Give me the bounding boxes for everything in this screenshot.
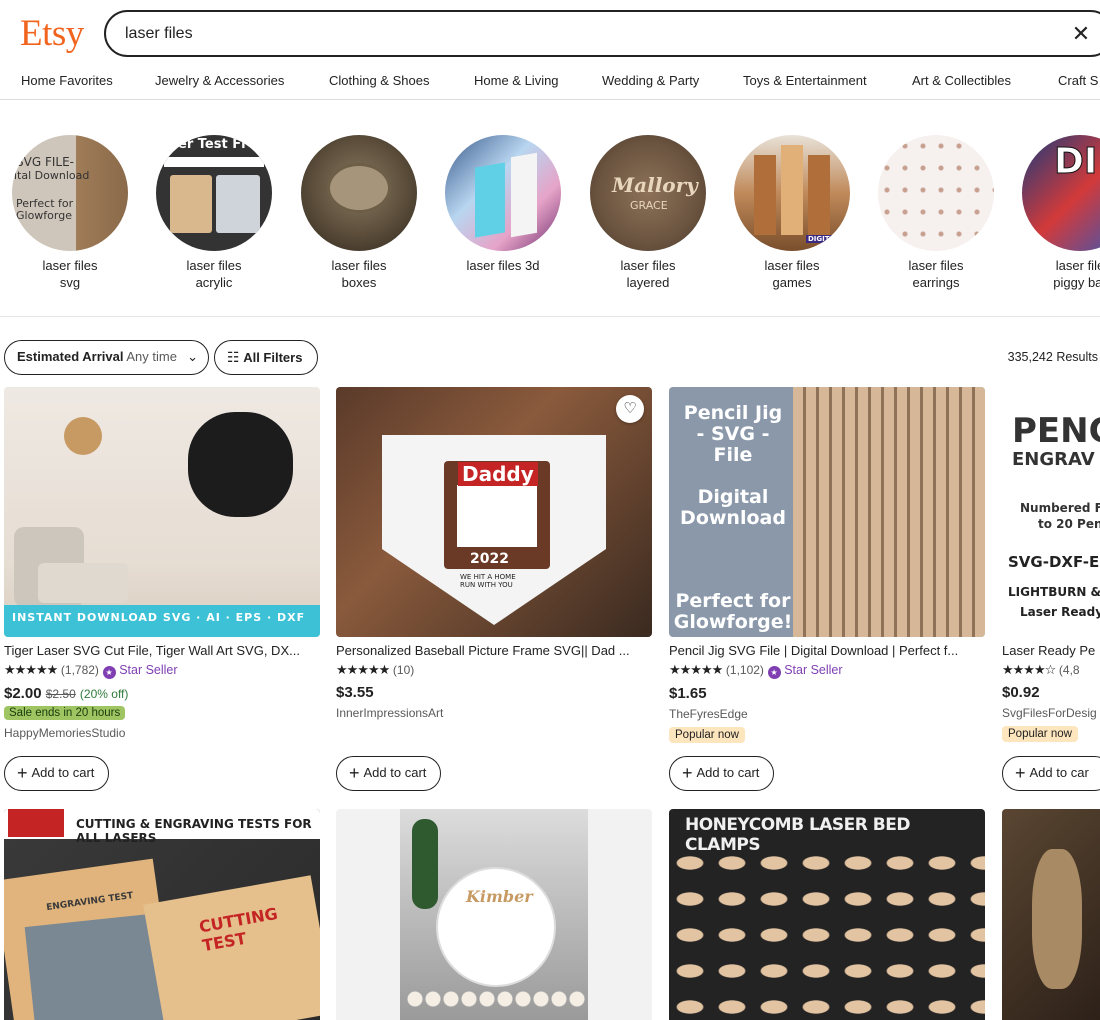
listing-card[interactable]: INSTANT DOWNLOAD SVG · AI · EPS · DXF Ti… bbox=[4, 387, 320, 740]
related-search-label: laser files boxes bbox=[331, 258, 387, 290]
related-search-label: laser filepiggy bar bbox=[1053, 258, 1100, 290]
related-search-image: DI bbox=[1022, 135, 1100, 251]
listing-card[interactable]: Pencil Jig - SVG - File Digital Download… bbox=[669, 387, 985, 743]
listing-rating: ★★★★★ (1,782) ★ Star Seller bbox=[4, 662, 178, 679]
listing-image-banner: INSTANT DOWNLOAD SVG · AI · EPS · DXF bbox=[12, 611, 306, 624]
heart-icon[interactable]: ♡ bbox=[616, 395, 644, 423]
related-search-label: laser files layered bbox=[620, 258, 676, 290]
add-to-cart-button[interactable]: + Add to cart bbox=[336, 756, 442, 791]
all-filters-button[interactable]: ☷ All Filters bbox=[214, 340, 318, 375]
close-icon[interactable]: ✕ bbox=[1070, 23, 1092, 45]
add-to-cart-button[interactable]: + Add to car bbox=[1002, 756, 1100, 791]
section-divider bbox=[0, 316, 1100, 317]
estimated-arrival-value: Any time bbox=[126, 349, 177, 364]
listing-image[interactable]: HONEYCOMB LASER BED CLAMPS bbox=[669, 809, 985, 1020]
sale-badge: Sale ends in 20 hours bbox=[4, 706, 126, 720]
related-search-image: er Test Fi bbox=[156, 135, 272, 251]
related-search-image bbox=[301, 135, 417, 251]
filter-icon: ☷ bbox=[227, 349, 240, 365]
search-input[interactable] bbox=[123, 21, 1003, 46]
listing-price: $3.55 bbox=[336, 684, 374, 701]
category-link[interactable]: Home Favorites bbox=[21, 73, 113, 88]
related-search-boxes[interactable]: laser files boxes bbox=[289, 135, 429, 291]
shop-name[interactable]: TheFyresEdge bbox=[669, 707, 985, 721]
related-search-image bbox=[878, 135, 994, 251]
star-rating-icon: ★★★★★ bbox=[336, 662, 390, 677]
header-divider bbox=[0, 99, 1100, 100]
related-search-image: DIGITAL bbox=[734, 135, 850, 251]
listing-card[interactable] bbox=[1002, 809, 1100, 1020]
listing-card[interactable]: HONEYCOMB LASER BED CLAMPS bbox=[669, 809, 985, 1020]
star-rating-icon: ★★★★☆ bbox=[1002, 662, 1056, 677]
shop-name[interactable]: InnerImpressionsArt bbox=[336, 706, 652, 720]
category-link[interactable]: Art & Collectibles bbox=[912, 73, 1011, 88]
listing-image[interactable]: PENC ENGRAV Numbered Fo to 20 Penc SVG-D… bbox=[1002, 387, 1100, 637]
shop-name[interactable]: SvgFilesForDesig bbox=[1002, 706, 1100, 720]
category-link[interactable]: Clothing & Shoes bbox=[329, 73, 429, 88]
listing-rating: ★★★★★ (10) bbox=[336, 662, 415, 677]
plus-icon: + bbox=[682, 763, 693, 783]
listing-image[interactable]: Kimber bbox=[336, 809, 652, 1020]
popular-now-badge: Popular now bbox=[669, 727, 745, 743]
star-seller-icon: ★ bbox=[767, 666, 781, 679]
listing-price: $2.00 $2.50 (20% off) bbox=[4, 685, 129, 702]
listing-title[interactable]: Tiger Laser SVG Cut File, Tiger Wall Art… bbox=[4, 643, 320, 659]
popular-now-badge: Popular now bbox=[1002, 726, 1078, 742]
listing-price: $0.92 bbox=[1002, 684, 1040, 701]
listing-price: $1.65 bbox=[669, 685, 707, 702]
category-link[interactable]: Home & Living bbox=[474, 73, 559, 88]
related-search-image: SVG FILE- ital Download Perfect for Glow… bbox=[12, 135, 128, 251]
related-search-label: laser files games bbox=[764, 258, 820, 290]
listing-image[interactable]: INSTANT DOWNLOAD SVG · AI · EPS · DXF bbox=[4, 387, 320, 637]
chevron-down-icon: ⌄ bbox=[187, 349, 198, 364]
category-link[interactable]: Wedding & Party bbox=[602, 73, 699, 88]
listing-image[interactable] bbox=[1002, 809, 1100, 1020]
listing-card[interactable]: CUTTING & ENGRAVING TESTS FOR ALL LASERS… bbox=[4, 809, 320, 1020]
listing-title[interactable]: Laser Ready Pe bbox=[1002, 643, 1100, 659]
star-rating-icon: ★★★★★ bbox=[4, 662, 58, 677]
listing-card[interactable]: PENC ENGRAV Numbered Fo to 20 Penc SVG-D… bbox=[1002, 387, 1100, 742]
listing-rating: ★★★★★ (1,102) ★ Star Seller bbox=[669, 662, 843, 679]
shop-name[interactable]: HappyMemoriesStudio bbox=[4, 726, 320, 740]
listing-title[interactable]: Personalized Baseball Picture Frame SVG|… bbox=[336, 643, 652, 659]
listing-image[interactable]: Pencil Jig - SVG - File Digital Download… bbox=[669, 387, 985, 637]
listing-rating: ★★★★☆ (4,8 bbox=[1002, 662, 1080, 677]
related-search-piggy-bank[interactable]: DI laser filepiggy bar bbox=[1010, 135, 1100, 291]
listing-image[interactable]: Daddy 2022 WE HIT A HOME RUN WITH YOU ♡ bbox=[336, 387, 652, 637]
related-search-acrylic[interactable]: er Test Fi laser files acrylic bbox=[144, 135, 284, 291]
add-to-cart-button[interactable]: + Add to cart bbox=[669, 756, 775, 791]
related-search-label: laser files acrylic bbox=[186, 258, 242, 290]
related-search-image bbox=[445, 135, 561, 251]
category-link[interactable]: Craft S bbox=[1058, 73, 1098, 88]
results-count: 335,242 Results bbox=[1007, 350, 1098, 364]
related-search-games[interactable]: DIGITAL laser files games bbox=[722, 135, 862, 291]
plus-icon: + bbox=[17, 763, 28, 783]
category-link[interactable]: Jewelry & Accessories bbox=[155, 73, 284, 88]
add-to-cart-button[interactable]: + Add to cart bbox=[4, 756, 110, 791]
star-rating-icon: ★★★★★ bbox=[669, 662, 723, 677]
plus-icon: + bbox=[1015, 763, 1026, 783]
related-search-label: laser files earrings bbox=[908, 258, 964, 290]
listing-title[interactable]: Pencil Jig SVG File | Digital Download |… bbox=[669, 643, 985, 659]
related-search-layered[interactable]: Mallory GRACE laser files layered bbox=[578, 135, 718, 291]
listing-image[interactable]: CUTTING & ENGRAVING TESTS FOR ALL LASERS… bbox=[4, 809, 320, 1020]
category-nav: Home Favorites Jewelry & Accessories Clo… bbox=[0, 70, 1100, 100]
related-search-svg[interactable]: SVG FILE- ital Download Perfect for Glow… bbox=[0, 135, 140, 291]
star-seller-icon: ★ bbox=[102, 666, 116, 679]
estimated-arrival-label: Estimated Arrival bbox=[17, 349, 124, 364]
listing-card[interactable]: Kimber bbox=[336, 809, 652, 1020]
related-search-label: laser files 3d bbox=[466, 258, 540, 273]
related-search-earrings[interactable]: laser files earrings bbox=[866, 135, 1006, 291]
plus-icon: + bbox=[349, 763, 360, 783]
etsy-logo[interactable]: Etsy bbox=[20, 12, 84, 56]
related-search-label: laser files svg bbox=[42, 258, 98, 290]
estimated-arrival-filter[interactable]: Estimated Arrival Any time ⌄ bbox=[4, 340, 209, 375]
related-search-image: Mallory GRACE bbox=[590, 135, 706, 251]
listing-card[interactable]: Daddy 2022 WE HIT A HOME RUN WITH YOU ♡ … bbox=[336, 387, 652, 720]
all-filters-label: All Filters bbox=[243, 350, 303, 365]
category-link[interactable]: Toys & Entertainment bbox=[743, 73, 867, 88]
related-search-3d[interactable]: laser files 3d bbox=[433, 135, 573, 274]
search-bar[interactable]: ✕ bbox=[104, 10, 1100, 57]
